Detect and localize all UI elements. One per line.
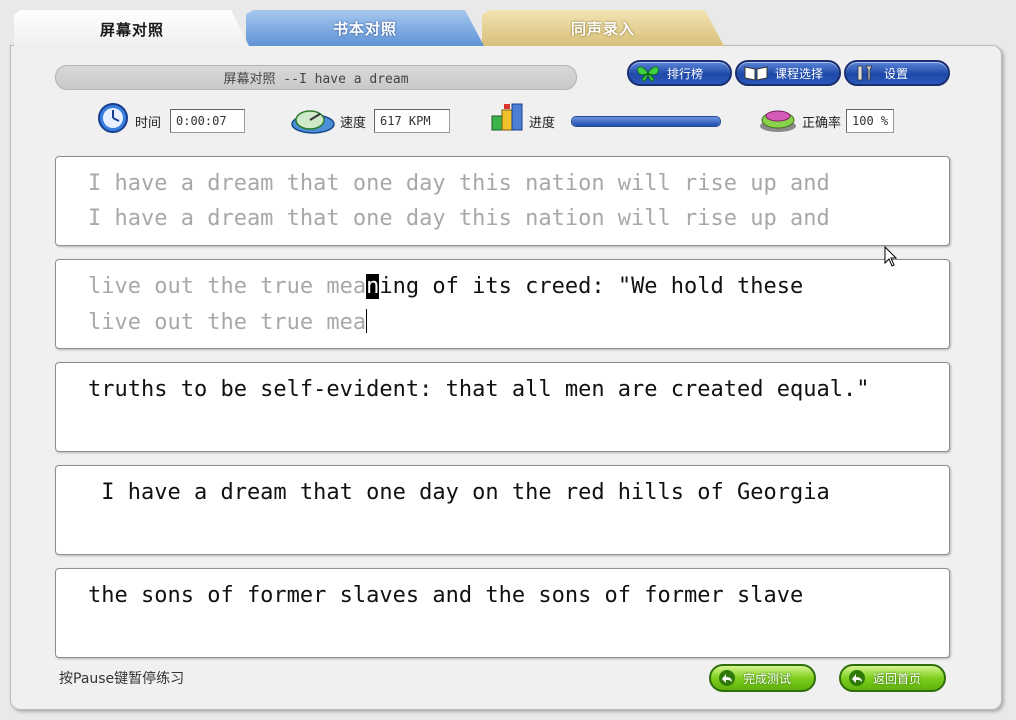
tab-screen-compare[interactable]: 屏幕对照 — [14, 10, 250, 48]
ranking-label: 排行榜 — [667, 66, 704, 81]
practice-box-4[interactable]: I have a dream that one day on the red h… — [55, 465, 950, 555]
accuracy-value: 100 % — [846, 109, 894, 133]
source-done-text: live out the true mea — [88, 274, 367, 299]
course-select-label: 课程选择 — [775, 66, 824, 81]
speedometer-icon — [290, 104, 336, 138]
tab-book-compare[interactable]: 书本对照 — [246, 10, 484, 46]
pause-hint: 按Pause键暂停练习 — [59, 671, 185, 687]
practice-box-3[interactable]: truths to be self-evident: that all men … — [55, 362, 950, 452]
practice-box-5[interactable]: the sons of former slaves and the sons o… — [55, 568, 950, 658]
progress-label: 进度 — [529, 116, 556, 131]
speed-value: 617 KPM — [374, 109, 450, 133]
progress-bar — [571, 116, 721, 127]
practice-box-2[interactable]: live out the true meaning of its creed: … — [55, 259, 950, 349]
tools-icon — [852, 64, 878, 82]
source-line: I have a dream that one day this nation … — [88, 171, 830, 196]
typed-line: I have a dream that one day this nation … — [88, 206, 830, 231]
mouse-pointer-icon — [884, 245, 898, 272]
blocks-icon — [490, 102, 524, 136]
lesson-title: 屏幕对照 --I have a dream — [55, 65, 577, 90]
book-icon — [743, 64, 769, 82]
typing-input-line[interactable]: live out the true mea — [88, 309, 368, 335]
progress-bar-fill — [572, 117, 720, 126]
clock-icon — [97, 102, 129, 138]
current-char: n — [366, 274, 380, 299]
return-home-label: 返回首页 — [873, 671, 922, 686]
accuracy-icon — [758, 104, 798, 138]
speed-label: 速度 — [340, 116, 367, 131]
finish-test-button[interactable]: 完成测试 — [709, 664, 816, 692]
time-value: 0:00:07 — [170, 109, 245, 133]
source-line: I have a dream that one day on the red h… — [88, 480, 830, 505]
finish-test-label: 完成测试 — [743, 671, 792, 686]
return-home-button[interactable]: 返回首页 — [839, 664, 946, 692]
source-remaining-text: ing of its creed: "We hold these — [379, 274, 804, 299]
return-arrow-icon — [717, 669, 737, 687]
ranking-button[interactable]: 排行榜 — [627, 60, 732, 86]
return-arrow-icon — [847, 669, 867, 687]
tab-simultaneous-input[interactable]: 同声录入 — [482, 10, 724, 46]
source-line: truths to be self-evident: that all men … — [88, 377, 870, 402]
time-label: 时间 — [135, 116, 162, 131]
settings-button[interactable]: 设置 — [844, 60, 950, 86]
course-select-button[interactable]: 课程选择 — [735, 60, 841, 86]
text-caret — [366, 309, 368, 333]
source-line: the sons of former slaves and the sons o… — [88, 583, 804, 608]
source-line: live out the true meaning of its creed: … — [88, 274, 803, 299]
practice-box-1[interactable]: I have a dream that one day this nation … — [55, 156, 950, 246]
butterfly-icon — [635, 64, 661, 82]
accuracy-label: 正确率 — [802, 116, 842, 131]
typed-text: live out the true mea — [88, 310, 367, 335]
settings-label: 设置 — [884, 66, 909, 81]
